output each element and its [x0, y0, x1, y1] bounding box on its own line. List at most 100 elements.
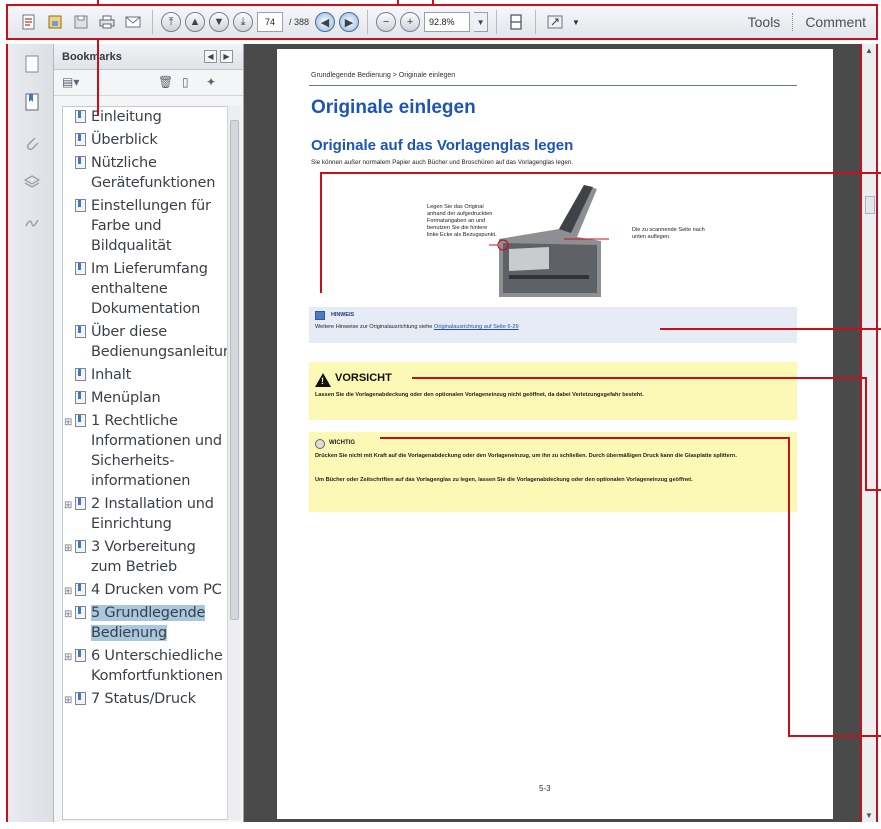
print-icon[interactable] [96, 11, 118, 33]
bookmark-item[interactable]: ⊞ 4 Drucken vom PC [63, 580, 227, 600]
expand-toggle-icon[interactable]: ⊞ [64, 539, 72, 559]
bookmark-label: Über diese Bedienungsanleitung [91, 324, 228, 360]
bookmark-icon [75, 649, 86, 662]
fullscreen-icon[interactable] [544, 11, 566, 33]
create-icon[interactable] [18, 11, 40, 33]
section-heading: Originale auf das Vorlagenglas legen [311, 137, 574, 154]
attachments-icon[interactable] [20, 132, 44, 156]
note-link[interactable]: Originalausrichtung auf Seite 6-29 [434, 324, 519, 330]
layers-icon[interactable] [20, 170, 44, 194]
bookmark-item[interactable]: Einstellungen für Farbe und Bildqualität [63, 196, 227, 256]
caution-text: Lassen Sie die Vorlagenabdeckung oder de… [315, 392, 644, 398]
panel-menu-icon[interactable]: ▶ [220, 50, 233, 63]
bookmark-label: 5 Grundlegende Bedienung [91, 605, 206, 641]
callout-line-caution-end [865, 489, 881, 491]
delete-bookmark-icon[interactable]: 🗑 [158, 75, 173, 89]
comment-button[interactable]: Comment [805, 14, 866, 30]
bookmark-item[interactable]: ⊞ 5 Grundlegende Bedienung [63, 603, 227, 643]
prev-page-icon[interactable]: ▲ [185, 12, 205, 32]
bookmark-item[interactable]: ⊞ 1 Rechtliche Informationen und Sicherhe… [63, 411, 227, 491]
tools-button[interactable]: Tools [748, 14, 781, 30]
scroll-up-arrow-icon[interactable]: ▲ [865, 46, 873, 55]
bookmark-item[interactable]: ⊞ 6 Unterschiedliche Komfortfunktionen [63, 646, 227, 686]
callout-line-toolbar-mid-2 [432, 0, 434, 6]
page-title: Originale einlegen [311, 97, 476, 118]
bookmark-label: Inhalt [91, 367, 132, 383]
bookmark-item[interactable]: ⊞ 7 Status/Druck [63, 689, 227, 709]
first-page-icon[interactable]: ⤒ [161, 12, 181, 32]
disk-icon[interactable] [70, 11, 92, 33]
scroll-down-arrow-icon[interactable]: ▼ [865, 811, 873, 820]
collapse-panel-icon[interactable]: ◀ [204, 50, 217, 63]
bookmark-label: Überblick [91, 132, 158, 148]
expand-toggle-icon[interactable]: ⊞ [64, 648, 72, 668]
figure-label-right: Die zu scannende Seite nach unten aufleg… [632, 227, 705, 240]
page-thumbnails-icon[interactable] [20, 52, 44, 76]
expand-toggle-icon[interactable]: ⊞ [64, 582, 72, 602]
options-icon[interactable]: ▤▾ [62, 75, 79, 89]
bookmark-item[interactable]: Über diese Bedienungsanleitung [63, 322, 227, 362]
note-text: Weitere Hinweise zur Originalausrichtung… [315, 324, 519, 330]
caution-title: VORSICHT [335, 372, 392, 384]
last-page-icon[interactable]: ⤓ [233, 12, 253, 32]
bookmark-icon [75, 414, 86, 427]
bookmark-item[interactable]: Nützliche Gerätefunktionen [63, 153, 227, 193]
callout-line-note [660, 328, 881, 330]
document-viewport[interactable]: Grundlegende Bedienung > Originale einle… [244, 44, 862, 822]
bookmark-item[interactable]: Inhalt [63, 365, 227, 385]
note-box: HINWEIS Weitere Hinweise zur Originalaus… [309, 307, 797, 343]
zoom-level-input[interactable]: 92.8% [424, 12, 471, 32]
bookmark-label: Im Lieferumfang enthaltene Dokumentation [91, 261, 208, 317]
expand-toggle-icon[interactable]: ⊞ [64, 605, 72, 625]
bookmark-label: 1 Rechtliche Informationen und Sicherhei… [91, 413, 222, 489]
page-total-label: / 388 [289, 17, 310, 27]
callout-line-caution-h [412, 377, 867, 379]
page-number-input[interactable]: 74 [257, 12, 283, 32]
bookmark-label: 7 Status/Druck [91, 691, 196, 707]
callout-line-important-h [380, 437, 790, 439]
email-icon[interactable] [122, 11, 144, 33]
expand-toggle-icon[interactable]: ⊞ [64, 496, 72, 516]
intro-text: Sie können außer normalem Papier auch Bü… [311, 159, 574, 166]
bookmark-icon [75, 606, 86, 619]
bookmark-icon [75, 368, 86, 381]
expand-toggle-icon[interactable]: ⊞ [64, 413, 72, 433]
bookmark-item[interactable]: Einleitung [63, 107, 227, 127]
bookmark-item[interactable]: ⊞ 2 Installation und Einrichtung [63, 494, 227, 534]
bookmarks-toolbar: ▤▾ 🗑 ▯ ✦ [54, 70, 243, 96]
save-icon[interactable] [44, 11, 66, 33]
main-toolbar: ⤒ ▲ ▼ ⤓ 74 / 388 ◀ ▶ − + 92.8% ▼ ▼ Tools… [6, 4, 878, 40]
bookmark-item[interactable]: Überblick [63, 130, 227, 150]
fit-page-icon[interactable] [505, 11, 527, 33]
callout-line-important-end [788, 735, 881, 737]
bookmarks-scrollbar[interactable] [227, 106, 241, 820]
toolbar-separator [496, 10, 498, 34]
fit-dropdown-arrow[interactable]: ▼ [572, 18, 580, 27]
signatures-icon[interactable] [20, 210, 44, 234]
zoom-out-icon[interactable]: − [376, 12, 397, 32]
bookmarks-panel: Bookmarks ◀ ▶ ▤▾ 🗑 ▯ ✦ Einleitung Überbli… [54, 44, 244, 822]
zoom-dropdown-arrow[interactable]: ▼ [474, 12, 489, 32]
bookmark-item[interactable]: Im Lieferumfang enthaltene Dokumentation [63, 259, 227, 319]
callout-line-important-v [788, 437, 790, 737]
forward-icon[interactable]: ▶ [339, 12, 360, 32]
figure-label-left: Legen Sie das Original anhand der aufged… [427, 204, 497, 238]
zoom-in-icon[interactable]: + [400, 12, 421, 32]
new-bookmark-icon[interactable]: ▯ [182, 75, 189, 89]
back-icon[interactable]: ◀ [315, 12, 336, 32]
callout-line-toolbar-mid-1 [397, 0, 399, 6]
important-text-1: Drücken Sie nicht mit Kraft auf die Vorl… [315, 453, 737, 459]
toolbar-separator [152, 10, 153, 34]
next-page-icon[interactable]: ▼ [209, 12, 229, 32]
bookmark-item[interactable]: ⊞ 3 Vorbereitung zum Betrieb [63, 537, 227, 577]
callout-line-caution-v [865, 377, 867, 490]
bookmark-item[interactable]: Menüplan [63, 388, 227, 408]
bookmark-icon [75, 583, 86, 596]
expand-toggle-icon[interactable]: ⊞ [64, 691, 72, 711]
expand-bookmark-icon[interactable]: ✦ [206, 75, 216, 89]
bookmark-label: 3 Vorbereitung zum Betrieb [91, 539, 196, 575]
document-scroll-thumb[interactable] [865, 196, 875, 214]
warning-triangle-icon: ! [315, 373, 331, 387]
bookmarks-scroll-thumb[interactable] [230, 120, 239, 620]
bookmarks-icon[interactable] [20, 90, 44, 114]
